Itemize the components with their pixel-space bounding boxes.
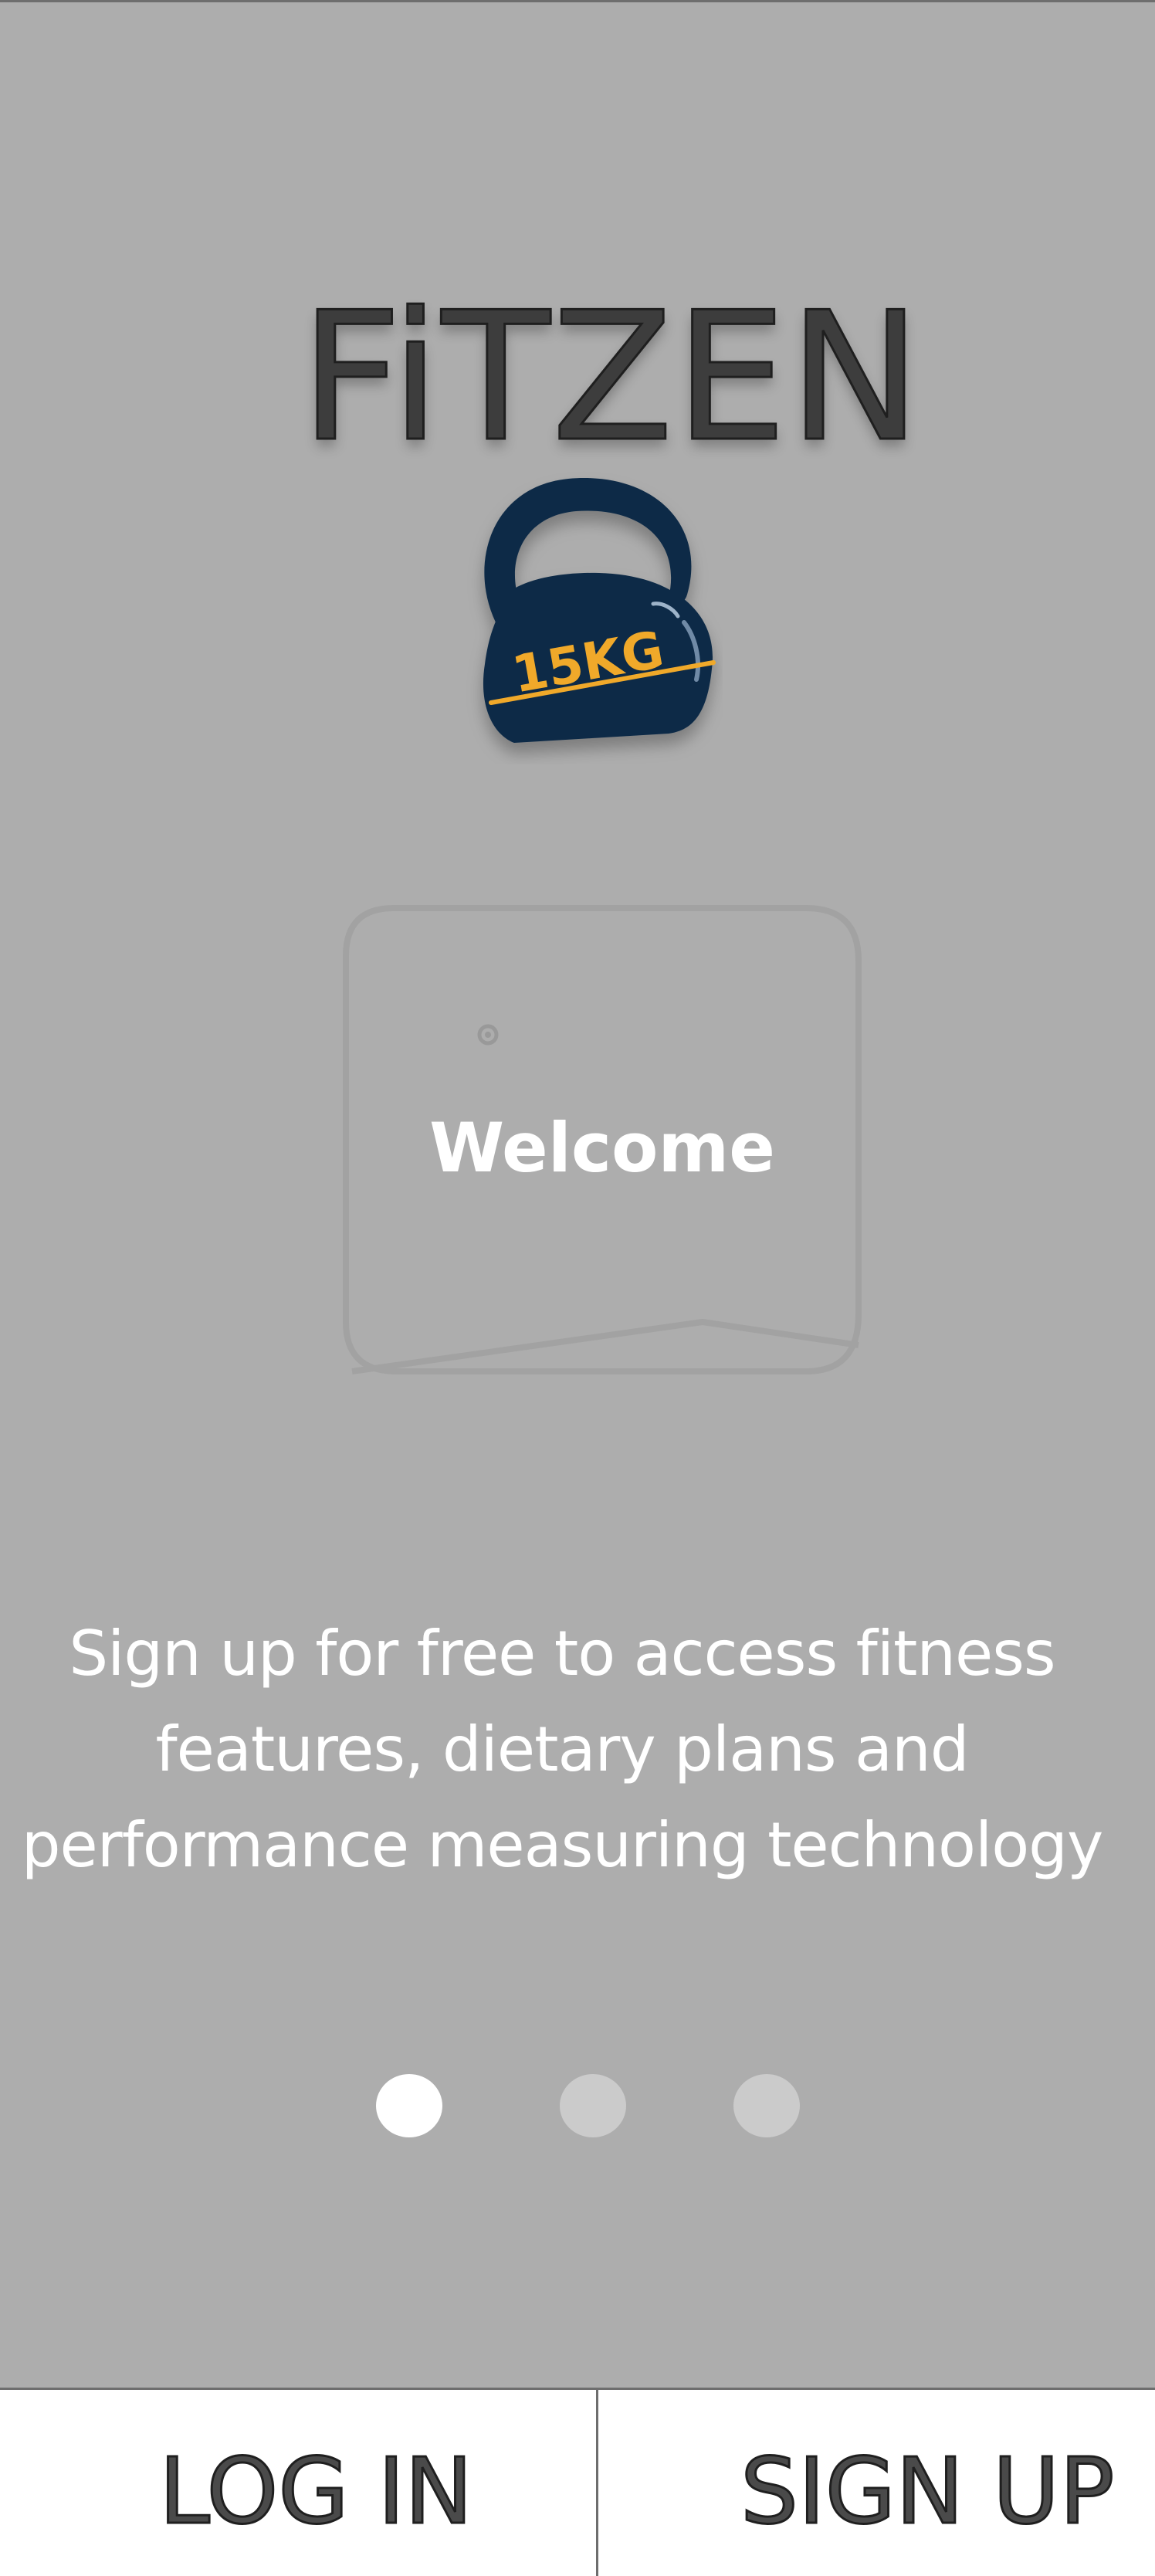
top-divider [0,0,1155,2]
welcome-title: Welcome [429,1108,775,1188]
description-text: Sign up for free to access fitness featu… [15,1606,1109,1893]
welcome-screen: FiTZEN 15KG Welcome Sign up for free to … [0,0,1155,2576]
login-button-label: LOG IN [158,2438,473,2544]
signup-button[interactable]: SIGN UP [598,2390,1155,2576]
page-dot-1[interactable] [376,2074,442,2137]
auth-action-bar: LOG IN SIGN UP [0,2388,1155,2576]
login-button[interactable]: LOG IN [0,2390,596,2576]
description-line-2: features, dietary plans and [155,1713,970,1785]
kettlebell-icon: 15KG [460,471,723,764]
welcome-card: Welcome [343,905,862,1374]
description-line-1: Sign up for free to access fitness [69,1618,1055,1690]
app-title: FiTZEN [299,275,923,481]
page-dot-3[interactable] [733,2074,800,2137]
signup-button-label: SIGN UP [739,2438,1115,2544]
description-line-3: performance measuring technology [21,1809,1104,1881]
page-indicator [0,2074,1155,2139]
page-dot-2[interactable] [560,2074,626,2137]
